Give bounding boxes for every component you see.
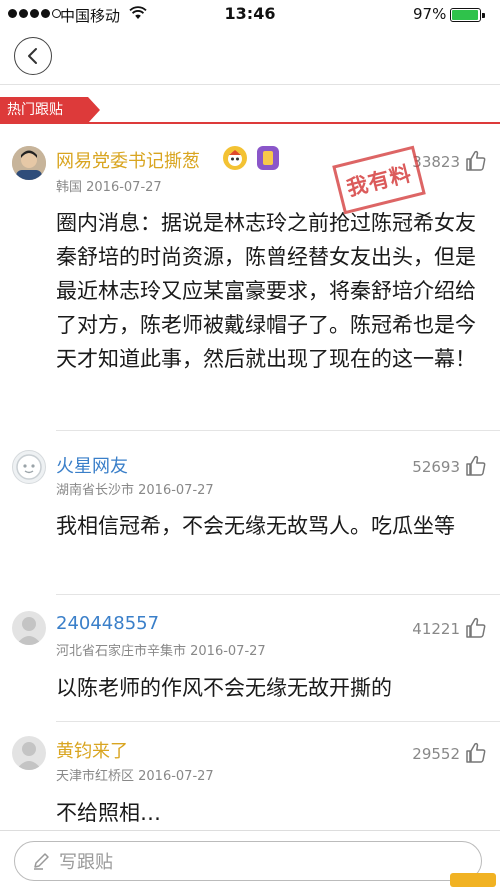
- section-divider: [0, 122, 500, 124]
- reply-placeholder: 写跟贴: [59, 852, 113, 873]
- avatar[interactable]: [12, 611, 46, 645]
- comment-location-date: 湖南省长沙市 2016-07-27: [56, 483, 214, 498]
- like-count: 29552: [412, 745, 460, 763]
- avatar[interactable]: [12, 450, 46, 484]
- reply-input[interactable]: 写跟贴: [14, 841, 482, 881]
- like-icon[interactable]: [464, 149, 488, 173]
- avatar[interactable]: [12, 736, 46, 770]
- like-icon[interactable]: [464, 741, 488, 765]
- section-title-hot-comments: 热门跟贴: [0, 97, 100, 123]
- comment-item: 火星网友 湖南省长沙市 2016-07-27 52693 我相信冠希，不会无缘无…: [0, 447, 500, 587]
- comment-author[interactable]: 火星网友: [56, 452, 128, 478]
- comment-item: 240448557 河北省石家庄市辛集市 2016-07-27 41221 以陈…: [0, 609, 500, 709]
- like-icon[interactable]: [464, 616, 488, 640]
- medal-badge-icon: [257, 146, 279, 170]
- comment-item: 黄钧来了 天津市红桥区 2016-07-27 29552 不给照相…: [0, 734, 500, 830]
- comment-body: 我相信冠希，不会无缘无故骂人。吃瓜坐等: [56, 514, 455, 538]
- comment-item: 网易党委书记撕葱 韩国 2016-07-27 33823 圈内消息：据说是林志玲…: [0, 140, 500, 430]
- status-bar: 中国移动 13:46 97%: [0, 0, 500, 30]
- battery-percent: 97%: [413, 5, 447, 23]
- bottom-bar: 写跟贴: [0, 830, 500, 890]
- watermark-logo: [450, 873, 496, 887]
- comment-location-date: 天津市红桥区 2016-07-27: [56, 769, 214, 784]
- comment-location-date: 韩国 2016-07-27: [56, 180, 162, 195]
- comment-author[interactable]: 240448557: [56, 613, 159, 634]
- comment-divider: [56, 594, 500, 595]
- battery-icon: [450, 8, 485, 22]
- vip-badge-icon: [223, 146, 247, 170]
- comment-body: 圈内消息：据说是林志玲之前抢过陈冠希女友秦舒培的时尚资源，陈曾经替女友出头，但是…: [56, 211, 476, 371]
- comment-divider: [56, 430, 500, 431]
- back-button[interactable]: [14, 37, 52, 75]
- like-count: 52693: [412, 458, 460, 476]
- comment-divider: [56, 721, 500, 722]
- nav-bar: [0, 30, 500, 85]
- edit-icon: [34, 853, 49, 870]
- like-icon[interactable]: [464, 454, 488, 478]
- default-avatar-icon: [16, 617, 42, 645]
- comment-author[interactable]: 网易党委书记撕葱: [56, 147, 200, 173]
- comment-author[interactable]: 黄钧来了: [56, 737, 128, 763]
- comment-location-date: 河北省石家庄市辛集市 2016-07-27: [56, 644, 266, 659]
- back-icon: [28, 48, 37, 64]
- avatar[interactable]: [12, 146, 46, 180]
- comment-body: 不给照相…: [56, 801, 161, 825]
- comment-body: 以陈老师的作风不会无缘无故开撕的: [56, 676, 392, 700]
- like-count: 41221: [412, 620, 460, 638]
- user-portrait-icon: [12, 146, 46, 180]
- default-avatar-icon: [16, 742, 42, 770]
- default-avatar-icon: [16, 454, 42, 480]
